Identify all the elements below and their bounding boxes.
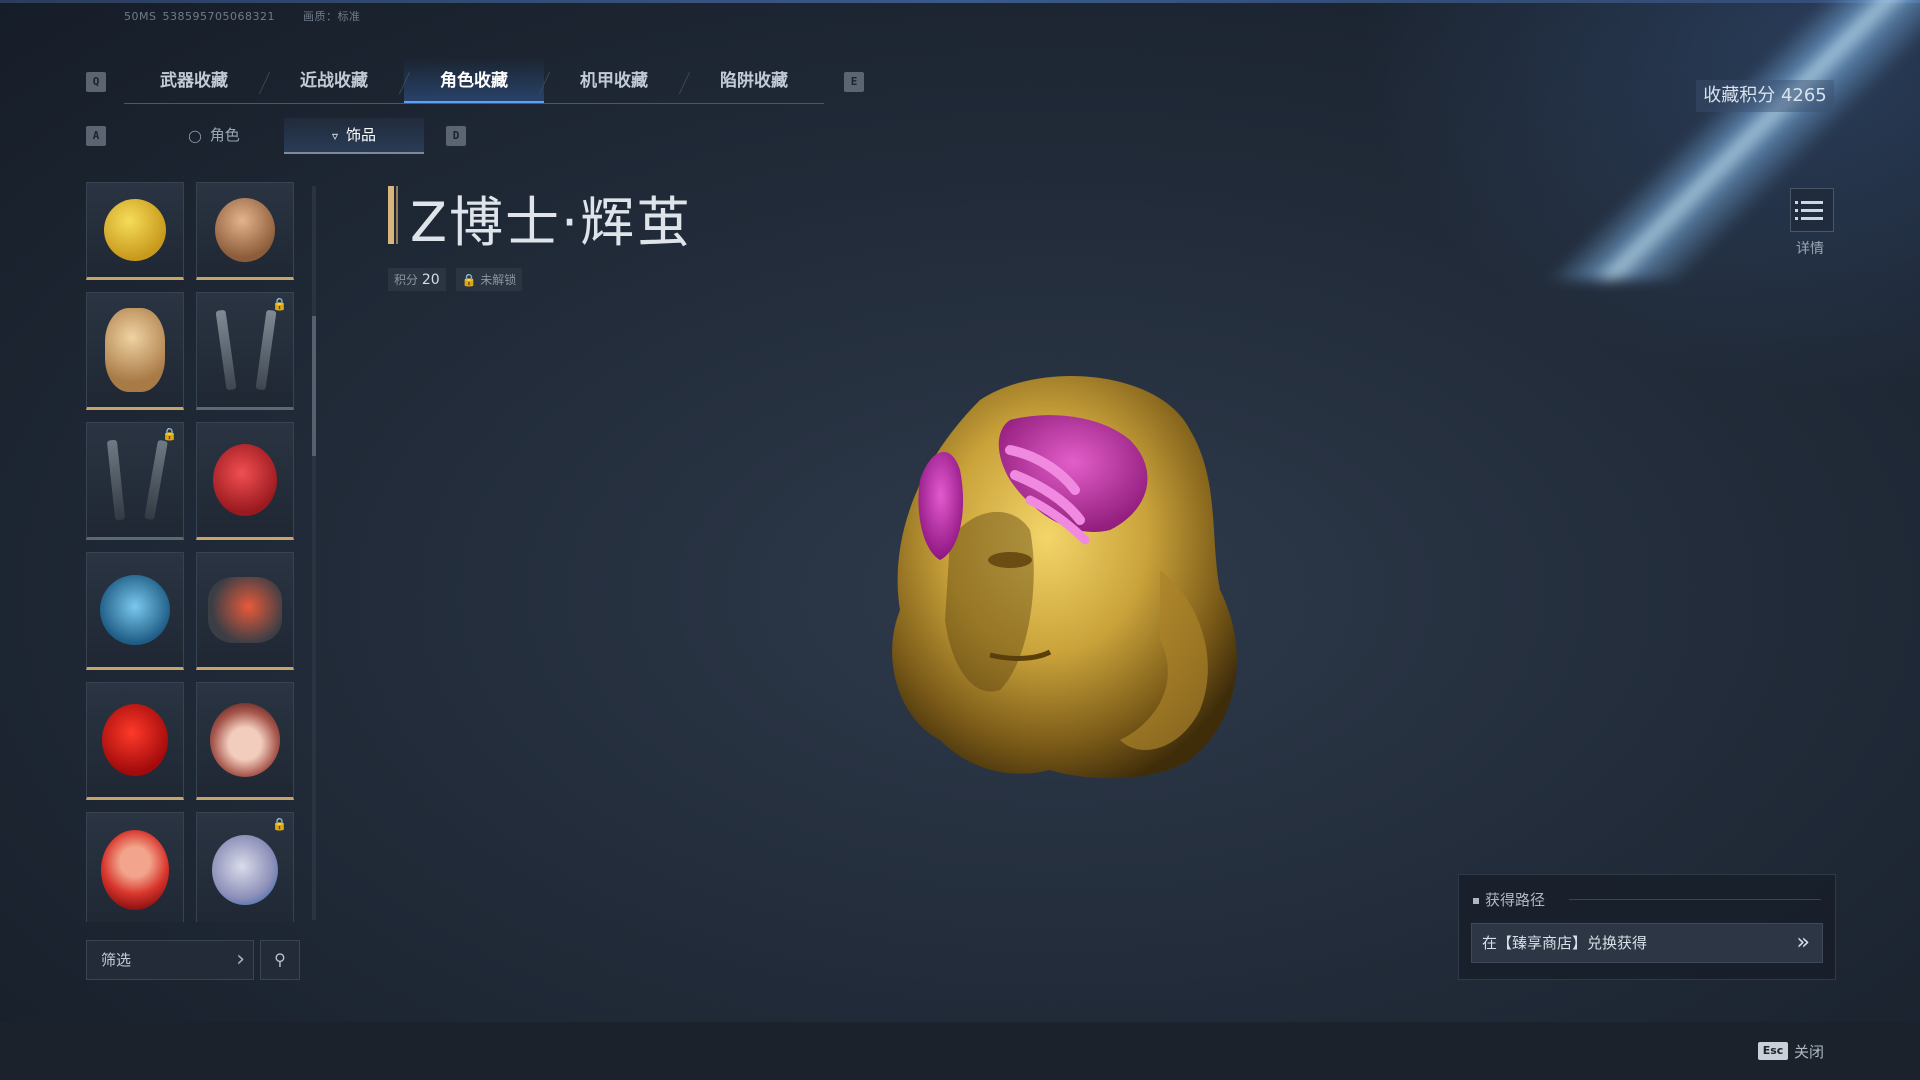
grid-scrollbar[interactable] bbox=[312, 186, 316, 920]
eye bbox=[988, 552, 1032, 568]
item-status-badge: 🔒 未解锁 bbox=[455, 268, 523, 291]
title-accent-bar-thin bbox=[396, 186, 398, 244]
grid-item-frog[interactable] bbox=[86, 182, 184, 280]
title-accent-bar bbox=[388, 186, 394, 244]
bear-thumbnail bbox=[105, 308, 165, 392]
grid-item-bear[interactable] bbox=[86, 292, 184, 410]
filter-button[interactable]: 筛选 › bbox=[86, 940, 254, 980]
item-score-badge: 积分 20 bbox=[388, 268, 446, 291]
double-chevron-right-icon: » bbox=[1796, 930, 1810, 955]
grid-item-daggers[interactable]: 🔒 bbox=[196, 292, 294, 410]
blade-thumbnail bbox=[106, 439, 125, 521]
item-model-preview[interactable] bbox=[860, 360, 1260, 790]
blade-thumbnail bbox=[144, 439, 168, 521]
sub-tabs: ◯ 角色 ▿ 饰品 bbox=[124, 118, 424, 154]
item-score-value: 20 bbox=[421, 272, 440, 288]
character-icon: ◯ bbox=[188, 129, 202, 143]
detail-button[interactable] bbox=[1790, 188, 1834, 232]
dagger-thumbnail bbox=[215, 309, 237, 391]
scrollbar-thumb[interactable] bbox=[312, 316, 316, 456]
lock-icon: 🔒 bbox=[272, 817, 287, 831]
tab-mecha-collection[interactable]: 机甲收藏 bbox=[544, 58, 684, 104]
ping-label: 50MS bbox=[124, 10, 157, 23]
detail-label: 详情 bbox=[1796, 241, 1824, 257]
subtab-character-label: 角色 bbox=[209, 126, 240, 144]
accessory-grid: 🔒 🔒 🔒 bbox=[86, 182, 306, 922]
tabs-underline bbox=[124, 103, 824, 104]
subtab-accessory[interactable]: ▿ 饰品 bbox=[284, 118, 424, 154]
hud-info: 50MS 538595705068321 画质：标准 bbox=[124, 8, 384, 24]
acquisition-panel: 获得路径 在【臻享商店】兑换获得 » bbox=[1458, 874, 1836, 980]
girl-thumbnail bbox=[210, 703, 280, 777]
top-accent-line bbox=[0, 0, 1920, 3]
item-meta: 积分 20 🔒 未解锁 bbox=[388, 268, 528, 291]
subtab-character[interactable]: ◯ 角色 bbox=[144, 118, 284, 154]
grid-item-blades[interactable]: 🔒 bbox=[86, 422, 184, 540]
acquisition-title: 获得路径 bbox=[1473, 889, 1545, 910]
accessory-icon: ▿ bbox=[331, 129, 338, 143]
light-streak bbox=[1520, 0, 1920, 280]
search-icon: ⚲ bbox=[274, 950, 286, 969]
key-hint-a[interactable]: A bbox=[86, 126, 106, 146]
filter-label: 筛选 bbox=[101, 951, 132, 969]
lock-icon: 🔒 bbox=[272, 297, 287, 311]
uid-label: 538595705068321 bbox=[162, 10, 275, 23]
subtab-accessory-label: 饰品 bbox=[346, 126, 377, 144]
pig-thumbnail bbox=[101, 830, 169, 910]
frog-thumbnail bbox=[104, 199, 166, 261]
visor-thumbnail bbox=[208, 577, 282, 643]
esc-key-hint[interactable]: Esc bbox=[1758, 1042, 1788, 1060]
grid-item-red-visor[interactable] bbox=[196, 552, 294, 670]
item-score-label: 积分 bbox=[394, 273, 419, 287]
tab-weapon-collection[interactable]: 武器收藏 bbox=[124, 58, 264, 104]
grid-item-red-robot[interactable] bbox=[196, 422, 294, 540]
monk-thumbnail bbox=[215, 198, 275, 262]
unicorn-thumbnail bbox=[212, 835, 278, 905]
dagger-thumbnail bbox=[255, 309, 277, 391]
grid-item-red-hood[interactable] bbox=[86, 682, 184, 800]
collection-score: 收藏积分 4265 bbox=[1696, 80, 1834, 112]
tab-character-collection[interactable]: 角色收藏 bbox=[404, 58, 544, 104]
tab-trap-collection[interactable]: 陷阱收藏 bbox=[684, 58, 824, 104]
search-button[interactable]: ⚲ bbox=[260, 940, 300, 980]
key-hint-d[interactable]: D bbox=[446, 126, 466, 146]
key-hint-e[interactable]: E bbox=[844, 72, 864, 92]
grid-item-unicorn[interactable]: 🔒 bbox=[196, 812, 294, 922]
lock-icon: 🔒 bbox=[461, 273, 477, 287]
main-tabs: 武器收藏 近战收藏 角色收藏 机甲收藏 陷阱收藏 bbox=[124, 58, 824, 104]
quality-label: 画质：标准 bbox=[302, 10, 361, 23]
grid-item-monk[interactable] bbox=[196, 182, 294, 280]
close-label[interactable]: 关闭 bbox=[1794, 1041, 1824, 1062]
chevron-right-icon: › bbox=[236, 947, 245, 972]
grid-item-blue-mask[interactable] bbox=[86, 552, 184, 670]
hood-thumbnail bbox=[102, 704, 168, 776]
item-title: Z博士·辉茧 bbox=[410, 191, 693, 254]
key-hint-q[interactable]: Q bbox=[86, 72, 106, 92]
acquisition-method-button[interactable]: 在【臻享商店】兑换获得 » bbox=[1471, 923, 1823, 963]
list-icon bbox=[1795, 201, 1823, 225]
acquisition-divider bbox=[1569, 899, 1821, 900]
robot-thumbnail bbox=[213, 444, 277, 516]
mask-thumbnail bbox=[100, 575, 170, 645]
tab-melee-collection[interactable]: 近战收藏 bbox=[264, 58, 404, 104]
lock-icon: 🔒 bbox=[162, 427, 177, 441]
grid-item-pig[interactable] bbox=[86, 812, 184, 922]
grid-item-girl-head[interactable] bbox=[196, 682, 294, 800]
item-status-label: 未解锁 bbox=[480, 273, 517, 287]
acquisition-method-label: 在【臻享商店】兑换获得 bbox=[1482, 934, 1648, 952]
footer-bar bbox=[0, 1022, 1920, 1080]
